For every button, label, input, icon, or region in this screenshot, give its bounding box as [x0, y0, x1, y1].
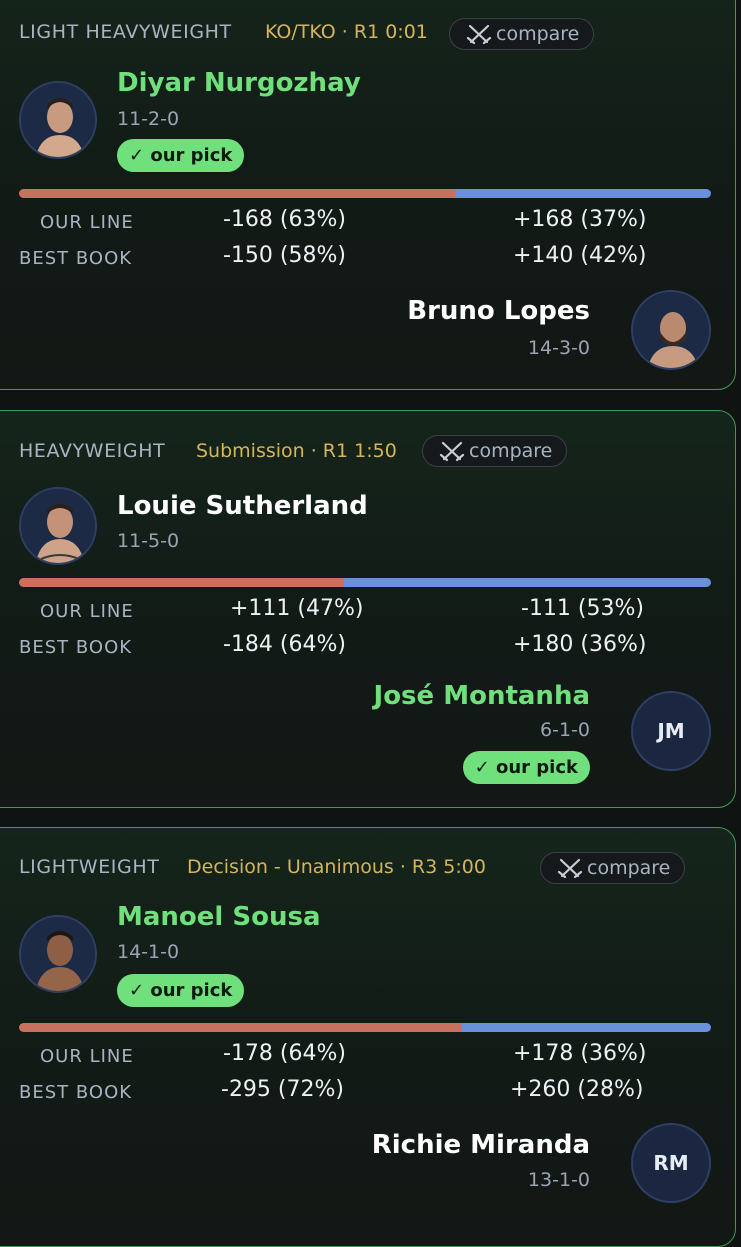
fighter-name[interactable]: Manoel Sousa: [117, 902, 321, 932]
fighter-photo-icon: [21, 489, 95, 563]
bout-card[interactable]: LIGHT HEAVYWEIGHT KO/TKO · R1 0:01 compa…: [0, 0, 736, 390]
fighter-avatar-initials[interactable]: RM: [631, 1123, 711, 1203]
fighter-avatar[interactable]: [19, 487, 97, 565]
fighter-record: 11-5-0: [117, 530, 180, 552]
fighter-record: 11-2-0: [117, 108, 180, 130]
result-method: KO/TKO · R1 0:01: [265, 21, 428, 43]
our-line-fighter2: -111 (53%): [521, 596, 644, 621]
fighter-avatar[interactable]: [19, 81, 97, 159]
fighter-record: 6-1-0: [540, 719, 590, 741]
fighter-record: 13-1-0: [527, 1169, 590, 1191]
our-pick-badge: ✓ our pick: [117, 974, 245, 1007]
our-line-fighter2: +178 (36%): [513, 1041, 647, 1066]
fighter-photo-icon: [21, 83, 95, 157]
fighter-name[interactable]: José Montanha: [374, 681, 590, 711]
result-method: Decision - Unanimous · R3 5:00: [187, 856, 486, 878]
probability-bar-fighter2: [461, 1023, 711, 1032]
fighter-record: 14-3-0: [527, 337, 590, 359]
probability-bar: [19, 1023, 711, 1032]
our-line-fighter1: +111 (47%): [230, 596, 364, 621]
probability-bar-fighter1: [19, 189, 455, 198]
fighter-record: 14-1-0: [117, 941, 180, 963]
fighter-name[interactable]: Bruno Lopes: [407, 296, 590, 326]
weight-class: LIGHT HEAVYWEIGHT: [19, 21, 232, 43]
probability-bar-fighter1: [19, 578, 345, 587]
fighter-avatar-initials[interactable]: JM: [631, 691, 711, 771]
probability-bar: [19, 578, 711, 587]
compare-label: compare: [587, 857, 671, 879]
compare-button[interactable]: compare: [449, 18, 595, 50]
best-book-label: BEST BOOK: [19, 248, 133, 269]
result-method: Submission · R1 1:50: [196, 440, 397, 462]
probability-bar-fighter2: [344, 578, 711, 587]
bout-card[interactable]: LIGHTWEIGHT Decision - Unanimous · R3 5:…: [0, 827, 736, 1247]
bout-card[interactable]: HEAVYWEIGHT Submission · R1 1:50 compare…: [0, 410, 736, 808]
best-book-label: BEST BOOK: [19, 1082, 133, 1103]
our-pick-badge: ✓ our pick: [462, 751, 590, 784]
best-book-label: BEST BOOK: [19, 637, 133, 658]
our-line-label: OUR LINE: [40, 601, 134, 622]
weight-class: HEAVYWEIGHT: [19, 440, 166, 462]
fighter-photo-icon: [633, 292, 709, 368]
probability-bar-fighter2: [454, 189, 711, 198]
crossed-swords-icon: [557, 858, 583, 878]
fighter-name[interactable]: Richie Miranda: [372, 1130, 590, 1160]
compare-button[interactable]: compare: [422, 435, 568, 467]
best-book-fighter1: -150 (58%): [223, 243, 346, 268]
compare-label: compare: [496, 23, 580, 45]
best-book-fighter1: -295 (72%): [221, 1077, 344, 1102]
best-book-fighter1: -184 (64%): [223, 632, 346, 657]
best-book-fighter2: +140 (42%): [513, 243, 647, 268]
compare-label: compare: [469, 440, 553, 462]
fighter-name[interactable]: Diyar Nurgozhay: [117, 68, 361, 98]
our-line-fighter2: +168 (37%): [513, 207, 647, 232]
our-line-label: OUR LINE: [40, 212, 134, 233]
best-book-fighter2: +260 (28%): [510, 1077, 644, 1102]
our-pick-badge: ✓ our pick: [117, 139, 245, 172]
our-line-fighter1: -178 (64%): [223, 1041, 346, 1066]
our-line-fighter1: -168 (63%): [223, 207, 346, 232]
crossed-swords-icon: [439, 441, 465, 461]
fighter-avatar[interactable]: [631, 290, 711, 370]
probability-bar: [19, 189, 711, 198]
fighter-name[interactable]: Louie Sutherland: [117, 491, 368, 521]
compare-button[interactable]: compare: [540, 852, 686, 884]
crossed-swords-icon: [466, 24, 492, 44]
our-line-label: OUR LINE: [40, 1046, 134, 1067]
fighter-photo-icon: [21, 917, 95, 991]
best-book-fighter2: +180 (36%): [513, 632, 647, 657]
fighter-avatar[interactable]: [19, 915, 97, 993]
weight-class: LIGHTWEIGHT: [19, 856, 160, 878]
probability-bar-fighter1: [19, 1023, 462, 1032]
